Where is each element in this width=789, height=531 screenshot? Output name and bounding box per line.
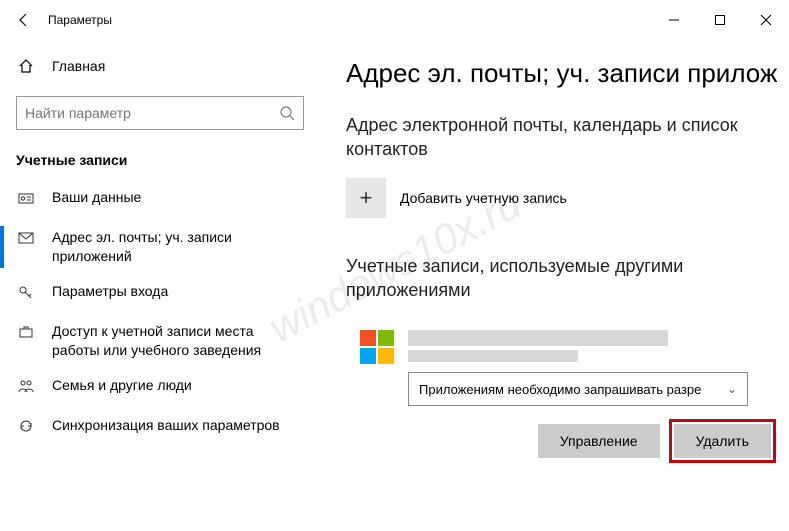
- sidebar-item-sync[interactable]: Синхронизация ваших параметров: [0, 408, 304, 448]
- add-account-label: Добавить учетную запись: [400, 190, 567, 206]
- sidebar-item-email-accounts[interactable]: Адрес эл. почты; уч. записи приложений: [0, 220, 304, 274]
- maximize-button[interactable]: [697, 0, 743, 40]
- page-title: Адрес эл. почты; уч. записи прилож: [346, 58, 789, 89]
- sidebar-item-label: Синхронизация ваших параметров: [52, 416, 280, 435]
- sync-icon: [16, 418, 36, 434]
- sidebar: Главная Учетные записи Ваши данные Адрес…: [0, 40, 320, 531]
- account-name-redacted: [408, 330, 668, 346]
- sidebar-item-signin-options[interactable]: Параметры входа: [0, 274, 304, 314]
- key-icon: [16, 284, 36, 300]
- sidebar-section-header: Учетные записи: [16, 152, 304, 168]
- home-link[interactable]: Главная: [16, 46, 304, 86]
- plus-icon: +: [346, 178, 386, 218]
- chevron-down-icon: ⌄: [727, 382, 737, 396]
- account-permission-dropdown[interactable]: Приложениям необходимо запрашивать разре…: [408, 372, 748, 406]
- search-input[interactable]: [25, 105, 279, 121]
- sidebar-item-family[interactable]: Семья и другие люди: [0, 368, 304, 408]
- sidebar-item-label: Параметры входа: [52, 282, 168, 301]
- main-content: Адрес эл. почты; уч. записи прилож Адрес…: [320, 40, 789, 531]
- person-badge-icon: [16, 190, 36, 206]
- account-email-redacted: [408, 350, 578, 362]
- manage-button[interactable]: Управление: [538, 424, 660, 458]
- home-label: Главная: [52, 58, 105, 74]
- sidebar-item-label: Семья и другие люди: [52, 376, 192, 395]
- account-card[interactable]: Приложениям необходимо запрашивать разре…: [346, 320, 789, 472]
- back-button[interactable]: [0, 0, 48, 40]
- mail-icon: [16, 230, 36, 246]
- search-icon: [279, 105, 295, 121]
- section-email-header: Адрес электронной почты, календарь и спи…: [346, 113, 789, 162]
- microsoft-logo-icon: [360, 330, 394, 364]
- home-icon: [16, 58, 36, 74]
- section-other-apps-header: Учетные записи, используемые другими при…: [346, 254, 789, 303]
- dropdown-value: Приложениям необходимо запрашивать разре: [419, 382, 727, 397]
- sidebar-item-label: Ваши данные: [52, 188, 141, 207]
- search-box[interactable]: [16, 96, 304, 130]
- window-title: Параметры: [48, 13, 112, 27]
- sidebar-item-label: Адрес эл. почты; уч. записи приложений: [52, 228, 304, 266]
- briefcase-icon: [16, 324, 36, 340]
- minimize-button[interactable]: [651, 0, 697, 40]
- sidebar-item-your-info[interactable]: Ваши данные: [0, 180, 304, 220]
- close-button[interactable]: [743, 0, 789, 40]
- people-icon: [16, 378, 36, 394]
- sidebar-item-label: Доступ к учетной записи места работы или…: [52, 322, 304, 360]
- add-account-button[interactable]: + Добавить учетную запись: [346, 178, 789, 218]
- delete-button[interactable]: Удалить: [674, 424, 771, 458]
- sidebar-item-work-access[interactable]: Доступ к учетной записи места работы или…: [0, 314, 304, 368]
